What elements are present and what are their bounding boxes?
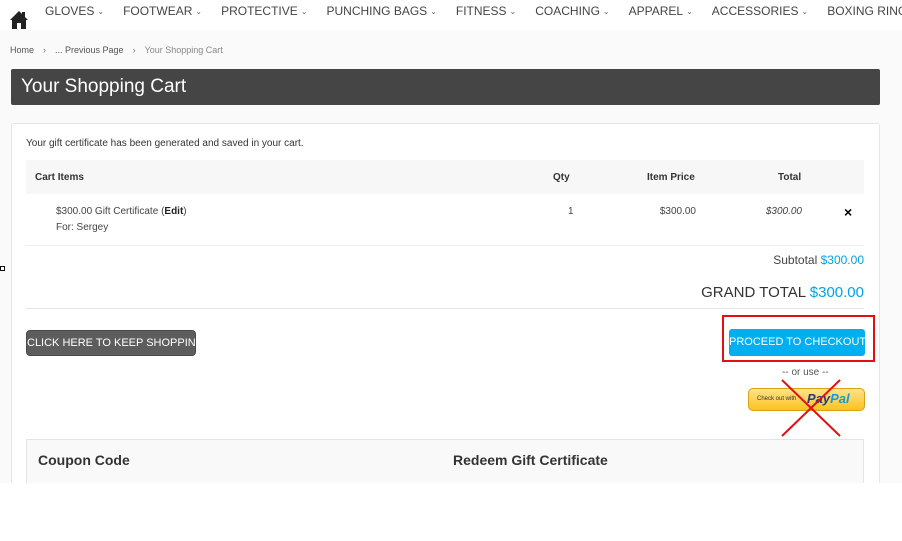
coupon-section: Coupon Code Redeem Gift Certificate — [26, 439, 864, 483]
item-qty: 1 — [568, 206, 574, 217]
edit-link[interactable]: Edit — [164, 206, 183, 217]
menu-item-boxing-rings[interactable]: BOXING RINGS⌄ — [827, 4, 902, 18]
menu-item-fitness[interactable]: FITNESS ⌄ — [456, 4, 516, 18]
chevron-down-icon: ⌄ — [602, 7, 610, 16]
header-total: Total — [778, 172, 802, 183]
chevron-down-icon: ⌄ — [801, 7, 809, 16]
item-total: $300.00 — [765, 206, 802, 217]
grand-total-label: GRAND TOTAL — [701, 284, 806, 301]
menu-item-apparel[interactable]: APPAREL ⌄ — [629, 4, 693, 18]
item-name: $300.00 Gift Certificate (Edit) — [56, 206, 187, 217]
home-icon[interactable] — [9, 9, 29, 31]
page-title-bar: Your Shopping Cart — [11, 69, 880, 105]
chevron-down-icon: ⌄ — [97, 7, 105, 16]
subtotal-value: $300.00 — [820, 253, 864, 267]
menu-item-accessories[interactable]: ACCESSORIES ⌄ — [712, 4, 808, 18]
cart-table-header: Cart Items Qty Item Price Total — [26, 160, 864, 194]
breadcrumb: Home › ... Previous Page › Your Shopping… — [10, 45, 223, 55]
breadcrumb-separator: › — [43, 45, 47, 55]
header-cart-items: Cart Items — [35, 172, 84, 183]
main-menu: GLOVES ⌄ FOOTWEAR ⌄ PROTECTIVE ⌄ PUNCHING B… — [45, 4, 902, 18]
item-price: $300.00 — [659, 206, 696, 217]
chevron-down-icon: ⌄ — [686, 7, 693, 16]
cart-message: Your gift certificate has been generated… — [26, 138, 304, 149]
page-title: Your Shopping Cart — [21, 76, 187, 97]
menu-item-protective[interactable]: PROTECTIVE ⌄ — [221, 4, 307, 18]
cart-panel: Your gift certificate has been generated… — [11, 123, 880, 483]
paypal-logo: PayPal — [807, 391, 850, 406]
chevron-down-icon: ⌄ — [300, 7, 308, 16]
table-row: $300.00 Gift Certificate (Edit) For: Ser… — [26, 196, 864, 246]
coupon-code-title: Coupon Code — [38, 452, 130, 468]
blank-area — [0, 483, 902, 541]
grand-total: GRAND TOTAL $300.00 — [701, 284, 864, 301]
chevron-down-icon: ⌄ — [430, 7, 437, 16]
item-recipient: For: Sergey — [56, 222, 109, 233]
top-navigation: GLOVES ⌄ FOOTWEAR ⌄ PROTECTIVE ⌄ PUNCHING B… — [0, 0, 902, 30]
menu-item-gloves[interactable]: GLOVES ⌄ — [45, 4, 104, 18]
divider — [26, 308, 864, 309]
chevron-down-icon: ⌄ — [195, 7, 203, 16]
breadcrumb-separator: › — [132, 45, 136, 55]
chevron-down-icon: ⌄ — [509, 7, 517, 16]
grand-total-value: $300.00 — [809, 284, 864, 301]
header-item-price: Item Price — [647, 172, 695, 183]
breadcrumb-previous-page[interactable]: ... Previous Page — [55, 45, 124, 55]
subtotal: Subtotal $300.00 — [773, 253, 864, 267]
edge-marker — [0, 266, 5, 271]
proceed-to-checkout-button[interactable]: PROCEED TO CHECKOUT — [729, 329, 866, 356]
breadcrumb-current: Your Shopping Cart — [144, 45, 223, 55]
page-viewport: GLOVES ⌄ FOOTWEAR ⌄ PROTECTIVE ⌄ PUNCHING B… — [0, 0, 902, 483]
menu-item-footwear[interactable]: FOOTWEAR ⌄ — [123, 4, 202, 18]
keep-shopping-button[interactable]: CLICK HERE TO KEEP SHOPPING — [26, 330, 204, 356]
paypal-caption: Check out with — [757, 396, 797, 402]
subtotal-label: Subtotal — [773, 253, 818, 267]
menu-item-punching-bags[interactable]: PUNCHING BAGS ⌄ — [326, 4, 436, 18]
redeem-gift-certificate-title: Redeem Gift Certificate — [453, 452, 608, 468]
remove-item-icon[interactable]: × — [844, 205, 852, 219]
paypal-checkout-button[interactable]: Check out with PayPal — [748, 388, 865, 411]
or-use-label: -- or use -- — [782, 367, 829, 378]
menu-item-coaching[interactable]: COACHING ⌄ — [535, 4, 609, 18]
breadcrumb-home[interactable]: Home — [10, 45, 34, 55]
header-qty: Qty — [553, 172, 570, 183]
